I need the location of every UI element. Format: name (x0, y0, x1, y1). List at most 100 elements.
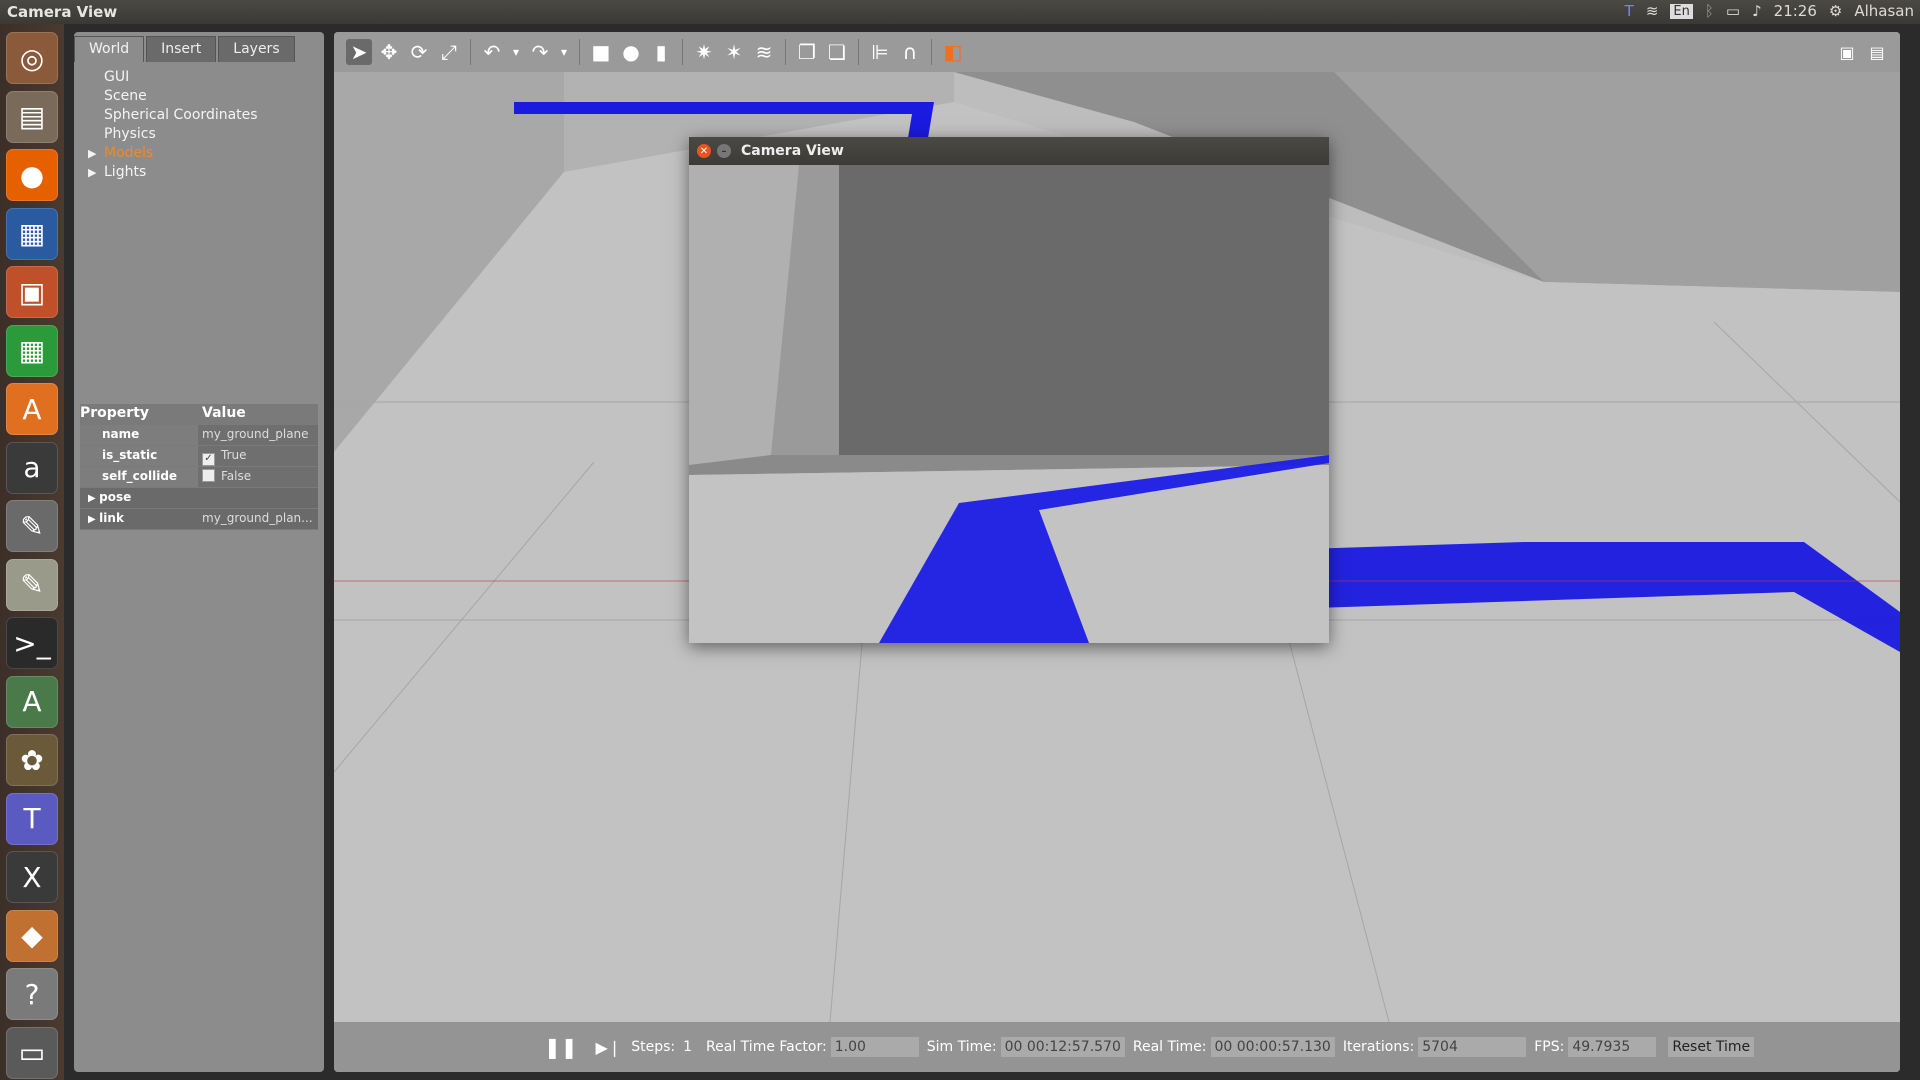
ubuntu-dash-icon[interactable]: ◎ (6, 32, 58, 84)
tree-item-spherical-coordinates[interactable]: Spherical Coordinates (84, 106, 258, 125)
property-value[interactable]: my_ground_plane (198, 425, 318, 445)
sphere-shape-icon[interactable]: ● (618, 39, 644, 65)
property-row-is_static[interactable]: is_static ✓ True (80, 446, 318, 467)
world-tree: GUI Scene Spherical Coordinates Physics ▶ Mod… (84, 68, 258, 182)
checkbox[interactable]: ✓ (202, 453, 215, 466)
property-value[interactable]: my_ground_plan... (198, 509, 318, 529)
property-row-pose[interactable]: ▶ pose (80, 488, 318, 509)
software-center-icon[interactable]: A (6, 383, 58, 435)
realtime-value: 00 00:00:57.130 (1210, 1037, 1335, 1057)
tab-insert[interactable]: Insert (146, 36, 217, 62)
teams-launcher-icon[interactable]: T (6, 792, 58, 845)
gimp-icon[interactable]: ✿ (6, 734, 58, 786)
printer-icon[interactable]: ▭ (6, 1026, 58, 1079)
redo-dropdown-icon[interactable]: ▾ (557, 39, 571, 65)
amazon-icon[interactable]: a (6, 441, 58, 494)
impress-icon[interactable]: ▣ (6, 266, 58, 318)
redo-icon[interactable]: ↷ (527, 39, 553, 65)
settings-gear-icon[interactable]: ⚙ (1829, 2, 1842, 20)
copy-icon[interactable]: ❐ (794, 39, 820, 65)
teams-icon[interactable]: T (1625, 2, 1634, 20)
system-settings-icon[interactable]: ✎ (6, 500, 58, 552)
property-value[interactable]: False (198, 467, 318, 487)
rtf-value: 1.00 (830, 1037, 919, 1057)
snap-icon[interactable]: ∩ (897, 39, 923, 65)
property-name: ▶ pose (80, 488, 198, 508)
tree-item-label: GUI (104, 69, 130, 85)
tree-item-label: Models (104, 145, 154, 161)
fps-value: 49.7935 (1568, 1037, 1657, 1057)
gazebo-icon[interactable]: ◆ (6, 909, 58, 962)
tree-item-gui[interactable]: GUI (84, 68, 258, 87)
expand-arrow-icon[interactable]: ▶ (88, 163, 96, 182)
tree-item-lights[interactable]: ▶ Lights (84, 163, 258, 182)
property-value[interactable]: ✓ True (198, 446, 318, 466)
calc-icon[interactable]: ▦ (6, 324, 58, 377)
files-icon[interactable]: ▤ (6, 90, 58, 143)
paste-icon[interactable]: ❏ (824, 39, 850, 65)
software-updater-icon[interactable]: A (6, 675, 58, 728)
property-value[interactable] (198, 488, 318, 508)
text-editor-icon[interactable]: ✎ (6, 558, 58, 611)
clock[interactable]: 21:26 (1774, 2, 1817, 20)
keyboard-language[interactable]: En (1670, 3, 1693, 19)
undo-icon[interactable]: ↶ (479, 39, 505, 65)
property-row-self_collide[interactable]: self_collide False (80, 467, 318, 488)
rotate-mode-icon[interactable]: ⟳ (406, 39, 432, 65)
toolbar-separator (579, 39, 580, 65)
battery-icon[interactable]: ▭ (1726, 2, 1740, 20)
toolbar-separator (470, 39, 471, 65)
bluetooth-icon[interactable]: ᛒ (1705, 2, 1714, 20)
tab-layers[interactable]: Layers (218, 36, 295, 62)
status-bar: ❚❚ ▶❘ Steps: 1 Real Time Factor: 1.00 Si… (334, 1022, 1900, 1072)
scale-mode-icon[interactable]: ⤢ (436, 39, 462, 65)
property-name: is_static (80, 446, 198, 466)
select-mode-icon[interactable]: ➤ (346, 39, 372, 65)
launcher: ◎ ▤ ● ▦ ▣ ▦ Aa ✎ ✎ >_ A ✿ T X ◆? ▭ (0, 24, 64, 1080)
wifi-icon[interactable]: ≋ (1646, 2, 1659, 20)
camera-view-window[interactable]: ✕ – Camera View (689, 137, 1329, 643)
point-light-icon[interactable]: ✷ (691, 39, 717, 65)
panel-tabs: World Insert Layers (74, 36, 297, 62)
user-name[interactable]: Alhasan (1854, 2, 1914, 20)
box-shape-icon[interactable]: ■ (588, 39, 614, 65)
minimize-icon[interactable]: – (717, 144, 731, 158)
cylinder-shape-icon[interactable]: ▮ (648, 39, 674, 65)
terminal-icon[interactable]: >_ (6, 617, 58, 669)
expand-arrow-icon[interactable]: ▶ (88, 493, 99, 504)
window-title: Camera View (7, 3, 118, 21)
steps-value[interactable]: 1 (683, 1039, 692, 1055)
iterations-label: Iterations: (1342, 1039, 1415, 1055)
writer-icon[interactable]: ▦ (6, 207, 58, 260)
volume-icon[interactable]: ♪ (1752, 2, 1762, 20)
xterm-icon[interactable]: X (6, 851, 58, 903)
expand-arrow-icon[interactable]: ▶ (88, 514, 99, 525)
property-row-name[interactable]: name my_ground_plane (80, 425, 318, 446)
tree-item-models[interactable]: ▶ Models (84, 144, 258, 163)
property-row-link[interactable]: ▶ link my_ground_plan... (80, 509, 318, 530)
close-icon[interactable]: ✕ (697, 144, 711, 158)
record-icon[interactable]: ▤ (1864, 39, 1890, 65)
screenshot-icon[interactable]: ▣ (1834, 39, 1860, 65)
realtime-label: Real Time: (1132, 1039, 1207, 1055)
tab-world[interactable]: World (74, 36, 145, 62)
expand-arrow-icon[interactable]: ▶ (88, 144, 96, 163)
firefox-icon[interactable]: ● (6, 149, 58, 201)
help-icon[interactable]: ? (6, 968, 58, 1020)
directional-light-icon[interactable]: ≋ (751, 39, 777, 65)
spot-light-icon[interactable]: ✶ (721, 39, 747, 65)
reset-time-button[interactable]: Reset Time (1668, 1037, 1755, 1057)
simtime-label: Sim Time: (926, 1039, 997, 1055)
tree-item-physics[interactable]: Physics (84, 125, 258, 144)
camera-window-titlebar[interactable]: ✕ – Camera View (689, 137, 1329, 165)
pause-icon[interactable]: ❚❚ (544, 1035, 578, 1059)
step-icon[interactable]: ▶❘ (596, 1038, 622, 1057)
toolbar-separator (858, 39, 859, 65)
undo-dropdown-icon[interactable]: ▾ (509, 39, 523, 65)
checkbox[interactable] (202, 469, 215, 482)
align-icon[interactable]: ⊫ (867, 39, 893, 65)
translate-mode-icon[interactable]: ✥ (376, 39, 402, 65)
toolbar-separator (931, 39, 932, 65)
view-angle-icon[interactable]: ◧ (940, 39, 966, 65)
tree-item-scene[interactable]: Scene (84, 87, 258, 106)
